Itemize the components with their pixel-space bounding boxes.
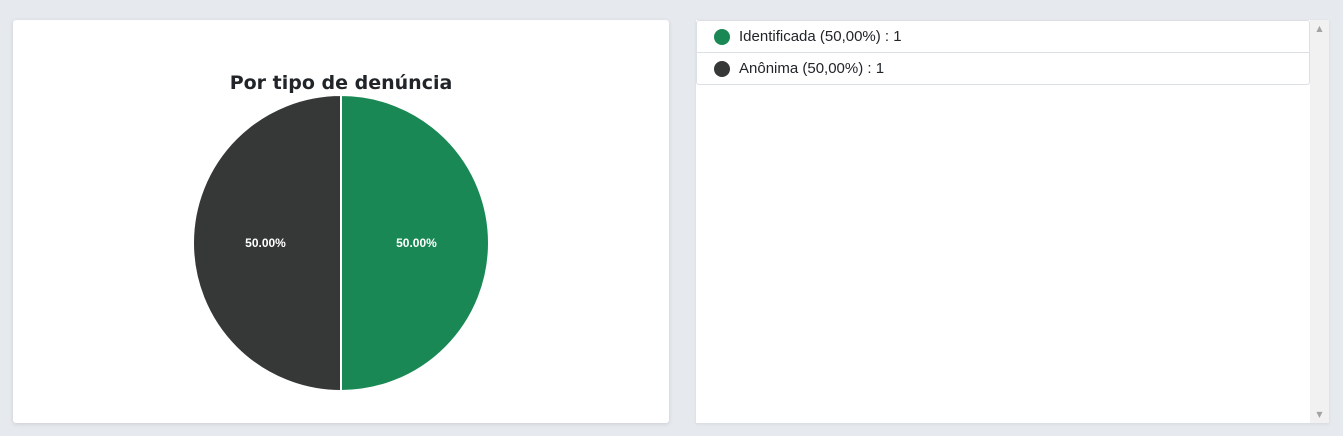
legend-panel: Identificada (50,00%) : 1 Anônima (50,00… [696, 20, 1329, 423]
vertical-scrollbar[interactable]: ▲ ▼ [1310, 20, 1329, 423]
pie-chart: 50.00% 50.00% [192, 93, 490, 393]
legend-item-anonima[interactable]: Anônima (50,00%) : 1 [696, 53, 1310, 85]
legend-list: Identificada (50,00%) : 1 Anônima (50,00… [696, 20, 1310, 85]
scroll-up-arrow-icon[interactable]: ▲ [1310, 20, 1329, 37]
legend-swatch-anonima [714, 60, 730, 77]
scroll-down-arrow-icon[interactable]: ▼ [1310, 406, 1329, 423]
pie-data-label-identificada: 50.00% [396, 236, 437, 250]
legend-label-identificada: Identificada (50,00%) : 1 [739, 28, 902, 45]
legend-item-identificada[interactable]: Identificada (50,00%) : 1 [696, 20, 1310, 53]
chart-card: Por tipo de denúncia 50.00% 50.00% [13, 20, 669, 423]
legend-label-anonima: Anônima (50,00%) : 1 [739, 60, 885, 77]
pie-data-label-anonima: 50.00% [245, 236, 286, 250]
legend-swatch-identificada [714, 28, 730, 45]
